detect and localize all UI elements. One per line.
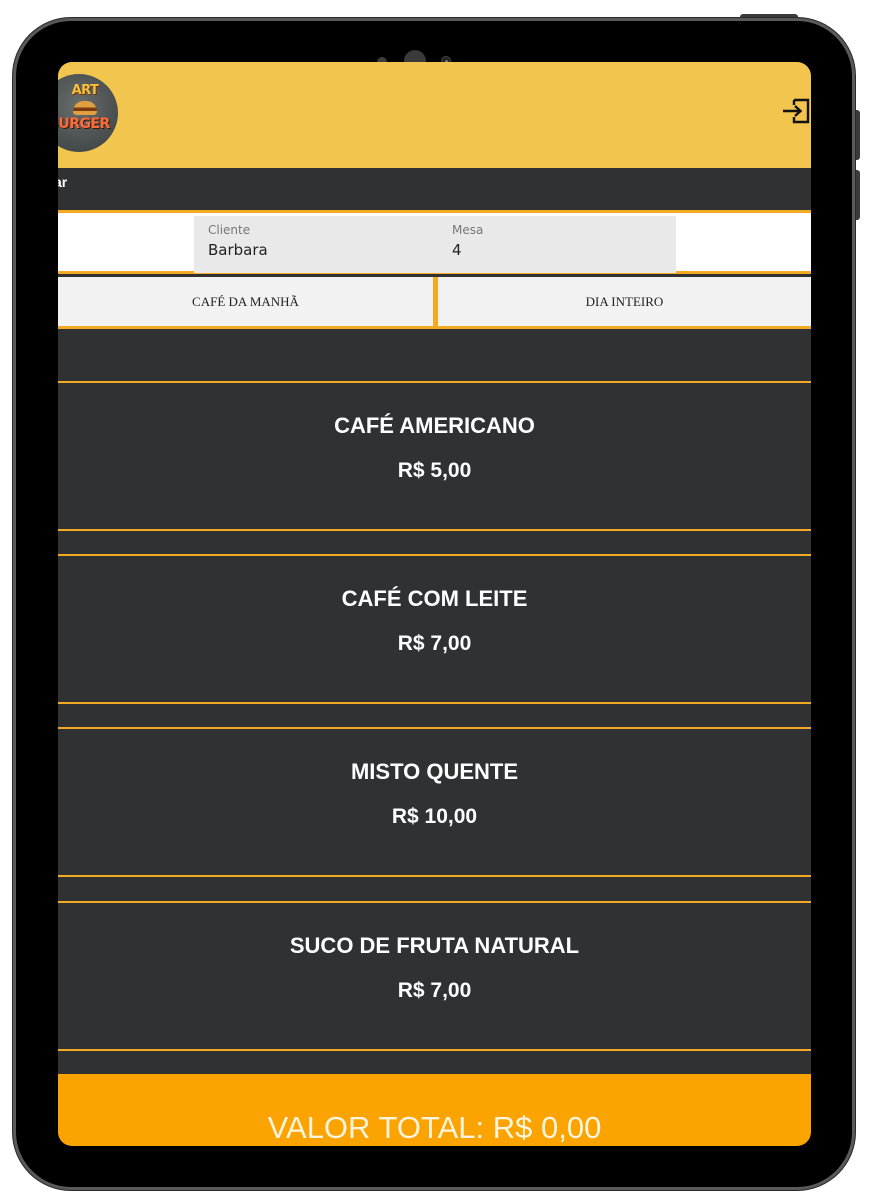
- menu-item-name: CAFÉ AMERICANO: [334, 413, 535, 438]
- menu-item-card[interactable]: SUCO DE FRUTA NATURAL R$ 7,00: [58, 901, 811, 1051]
- sub-navigation-bar: [58, 168, 811, 210]
- tab-all-day[interactable]: DIA INTEIRO: [438, 277, 811, 329]
- logo-text-bottom: BURGER: [58, 116, 110, 132]
- menu-item-price: R$ 10,00: [391, 805, 478, 828]
- menu-item-price: R$ 7,00: [397, 632, 472, 655]
- total-value: VALOR TOTAL: R$ 0,00: [267, 1110, 602, 1145]
- client-input[interactable]: [206, 241, 420, 259]
- menu-item-card[interactable]: CAFÉ AMERICANO R$ 5,00: [58, 381, 811, 531]
- client-field[interactable]: Cliente: [194, 216, 438, 273]
- menu-item-card[interactable]: CAFÉ COM LEITE R$ 7,00: [58, 554, 811, 704]
- menu-item-name: SUCO DE FRUTA NATURAL: [289, 933, 580, 958]
- table-input[interactable]: [450, 241, 664, 259]
- exit-icon[interactable]: [782, 96, 811, 126]
- burger-icon: [73, 101, 97, 115]
- burger-logo: ART BURGER: [58, 74, 118, 152]
- total-bar: VALOR TOTAL: R$ 0,00: [58, 1074, 811, 1146]
- logo-text-top: ART: [71, 83, 99, 98]
- app-screen: ART BURGER ar Cliente Mesa CAFÉ DA MANHÃ…: [58, 62, 811, 1146]
- client-label: Cliente: [208, 223, 251, 237]
- menu-item-card[interactable]: MISTO QUENTE R$ 10,00: [58, 727, 811, 877]
- menu-item-name: CAFÉ COM LEITE: [341, 586, 528, 611]
- menu-item-name: MISTO QUENTE: [350, 759, 519, 784]
- menu-item-price: R$ 7,00: [397, 979, 472, 1002]
- menu-tabs: CAFÉ DA MANHÃ DIA INTEIRO: [58, 274, 811, 332]
- table-field[interactable]: Mesa: [438, 216, 676, 273]
- table-label: Mesa: [452, 223, 484, 237]
- menu-item-price: R$ 5,00: [397, 459, 472, 482]
- order-form: Cliente Mesa: [58, 210, 811, 274]
- subbar-label[interactable]: ar: [58, 174, 67, 190]
- tab-breakfast[interactable]: CAFÉ DA MANHÃ: [58, 277, 433, 329]
- app-header: ART BURGER: [58, 62, 811, 168]
